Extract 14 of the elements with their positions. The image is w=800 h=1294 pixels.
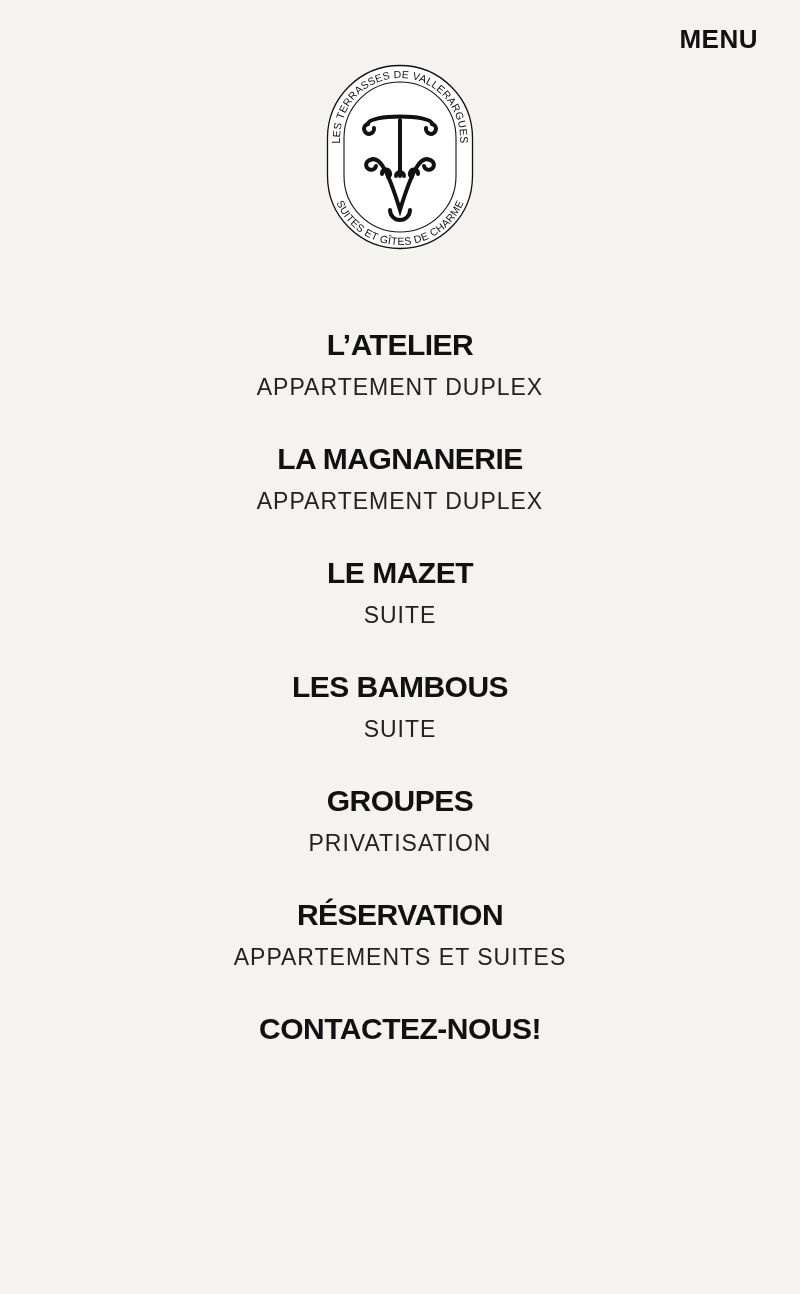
menu-subtitle: APPARTEMENT DUPLEX xyxy=(256,490,544,513)
menu-subtitle: APPARTEMENT DUPLEX xyxy=(256,376,544,399)
menu-link[interactable]: GROUPES xyxy=(326,786,474,816)
menu-button[interactable]: MENU xyxy=(675,26,762,52)
menu-subtitle: APPARTEMENTS ET SUITES xyxy=(233,946,567,969)
menu-link[interactable]: CONTACTEZ-NOUS! xyxy=(259,1014,541,1044)
menu-link[interactable]: L’ATELIER xyxy=(326,330,474,360)
menu-subtitle: PRIVATISATION xyxy=(308,832,492,855)
menu-link[interactable]: LA MAGNANERIE xyxy=(277,444,523,474)
menu-link[interactable]: LE MAZET xyxy=(327,558,473,588)
menu-link[interactable]: RÉSERVATION xyxy=(296,900,504,930)
menu-subtitle: SUITE xyxy=(363,604,437,627)
menu-link[interactable]: LES BAMBOUS xyxy=(291,672,509,702)
menu-subtitle: SUITE xyxy=(363,718,437,741)
